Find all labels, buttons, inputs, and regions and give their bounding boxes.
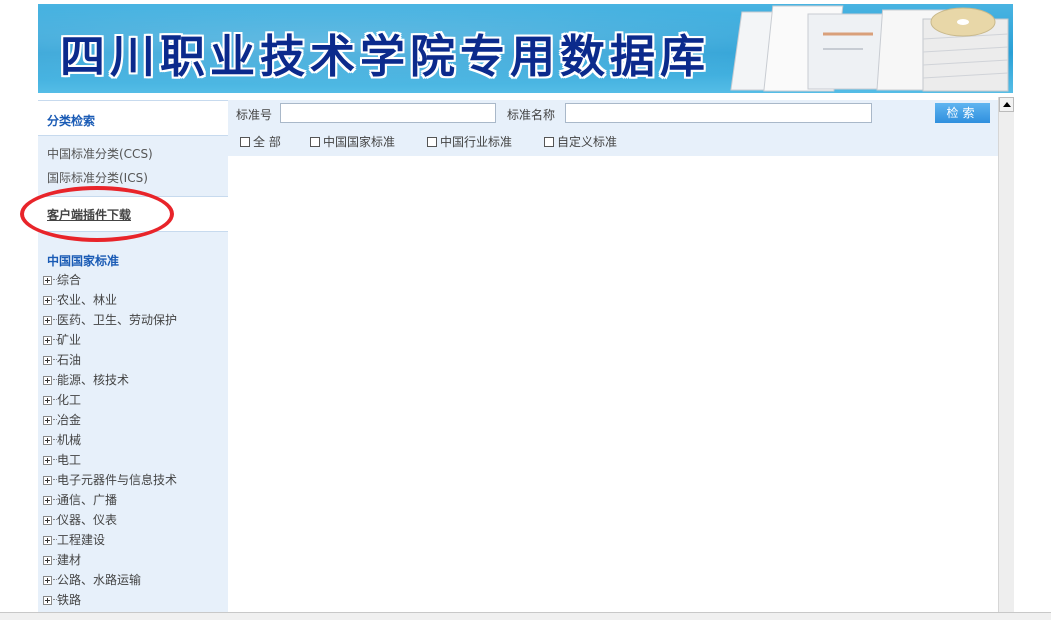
expand-plus-icon[interactable] [43, 276, 52, 285]
tree-item[interactable]: 矿业 [43, 332, 228, 352]
standard-no-input[interactable] [280, 103, 496, 123]
expand-plus-icon[interactable] [43, 536, 52, 545]
tree-item[interactable]: 农业、林业 [43, 292, 228, 312]
expand-plus-icon[interactable] [43, 296, 52, 305]
search-button[interactable]: 检索 [935, 103, 990, 123]
sidebar: 分类检索 中国标准分类(CCS) 国际标准分类(ICS) 客户端插件下载 中国国… [38, 100, 228, 619]
tree-item-label: 通信、广播 [57, 493, 118, 507]
checkbox-industry[interactable]: 中国行业标准 [427, 133, 512, 150]
plugin-download-link[interactable]: 客户端插件下载 [47, 206, 131, 223]
checkbox-national[interactable]: 中国国家标准 [310, 133, 395, 150]
tree-item-label: 铁路 [57, 593, 82, 607]
checkbox-label: 自定义标准 [557, 135, 618, 149]
expand-plus-icon[interactable] [43, 516, 52, 525]
tree-item[interactable]: 电工 [43, 452, 228, 472]
tree-item[interactable]: 公路、水路运输 [43, 572, 228, 592]
header-banner: 四川职业技术学院专用数据库 [38, 4, 1013, 93]
standard-no-label: 标准号 [236, 108, 273, 122]
standard-name-input[interactable] [565, 103, 872, 123]
tree-item[interactable]: 化工 [43, 392, 228, 412]
checkbox-all[interactable]: 全 部 [240, 133, 281, 150]
plugin-box: 客户端插件下载 [38, 196, 228, 232]
tree-item-label: 机械 [57, 433, 82, 447]
standard-name-label: 标准名称 [507, 108, 556, 122]
tree-title: 中国国家标准 [47, 254, 120, 268]
expand-plus-icon[interactable] [43, 596, 52, 605]
tree-item-label: 能源、核技术 [57, 373, 130, 387]
tree-item[interactable]: 铁路 [43, 592, 228, 612]
classify-box: 分类检索 [38, 100, 228, 136]
banner-title: 四川职业技术学院专用数据库 [60, 30, 711, 83]
expand-plus-icon[interactable] [43, 336, 52, 345]
tree-item[interactable]: 综合 [43, 272, 228, 292]
expand-plus-icon[interactable] [43, 396, 52, 405]
tree-item-label: 仪器、仪表 [57, 513, 118, 527]
checkbox-label: 全 部 [253, 135, 281, 149]
checkbox-label: 中国行业标准 [440, 135, 513, 149]
tree-item-label: 冶金 [57, 413, 82, 427]
tree-item[interactable]: 仪器、仪表 [43, 512, 228, 532]
expand-plus-icon[interactable] [43, 456, 52, 465]
tree-item[interactable]: 石油 [43, 352, 228, 372]
tree-item-label: 公路、水路运输 [57, 573, 142, 587]
expand-plus-icon[interactable] [43, 556, 52, 565]
tree-item-label: 石油 [57, 353, 82, 367]
standards-tree: 综合农业、林业医药、卫生、劳动保护 矿业石油能源、核技术 化工冶金机械电工电子元器件… [43, 272, 228, 612]
tree-item[interactable]: 通信、广播 [43, 492, 228, 512]
checkbox-box[interactable] [544, 137, 554, 147]
checkbox-box[interactable] [240, 137, 250, 147]
tree-item-label: 综合 [57, 273, 82, 287]
tree-item[interactable]: 机械 [43, 432, 228, 452]
tree-item-label: 医药、卫生、劳动保护 [57, 313, 178, 327]
tree-item-label: 工程建设 [57, 533, 106, 547]
expand-plus-icon[interactable] [43, 436, 52, 445]
expand-plus-icon[interactable] [43, 416, 52, 425]
tree-item[interactable]: 建材 [43, 552, 228, 572]
vertical-scrollbar[interactable] [998, 97, 1014, 619]
tree-item[interactable]: 工程建设 [43, 532, 228, 552]
expand-plus-icon[interactable] [43, 376, 52, 385]
main-panel: 标准号 标准名称 检索 全 部 中国国家标准 中国行业标准 自定义标准 [228, 100, 998, 619]
tree-item[interactable]: 能源、核技术 [43, 372, 228, 392]
expand-plus-icon[interactable] [43, 576, 52, 585]
book-stack-icon [730, 5, 1009, 92]
tree-item-label: 电工 [57, 453, 82, 467]
checkbox-box[interactable] [427, 137, 437, 147]
tree-item[interactable]: 冶金 [43, 412, 228, 432]
tree-item-label: 化工 [57, 393, 82, 407]
search-bar: 标准号 标准名称 检索 全 部 中国国家标准 中国行业标准 自定义标准 [228, 100, 998, 156]
tree-item[interactable]: 医药、卫生、劳动保护 [43, 312, 228, 332]
checkbox-label: 中国国家标准 [323, 135, 396, 149]
ccs-link[interactable]: 中国标准分类(CCS) [47, 145, 153, 162]
tree-item-label: 矿业 [57, 333, 82, 347]
expand-plus-icon[interactable] [43, 316, 52, 325]
expand-plus-icon[interactable] [43, 496, 52, 505]
scroll-up-arrow-icon[interactable] [999, 97, 1014, 112]
tree-item[interactable]: 电子元器件与信息技术 [43, 472, 228, 492]
checkbox-custom[interactable]: 自定义标准 [544, 133, 617, 150]
tree-item-label: 电子元器件与信息技术 [57, 473, 178, 487]
expand-plus-icon[interactable] [43, 476, 52, 485]
tree-item-label: 农业、林业 [57, 293, 118, 307]
tree-item-label: 建材 [57, 553, 82, 567]
classify-title: 分类检索 [47, 114, 96, 128]
ics-link[interactable]: 国际标准分类(ICS) [47, 169, 148, 186]
checkbox-box[interactable] [310, 137, 320, 147]
expand-plus-icon[interactable] [43, 356, 52, 365]
